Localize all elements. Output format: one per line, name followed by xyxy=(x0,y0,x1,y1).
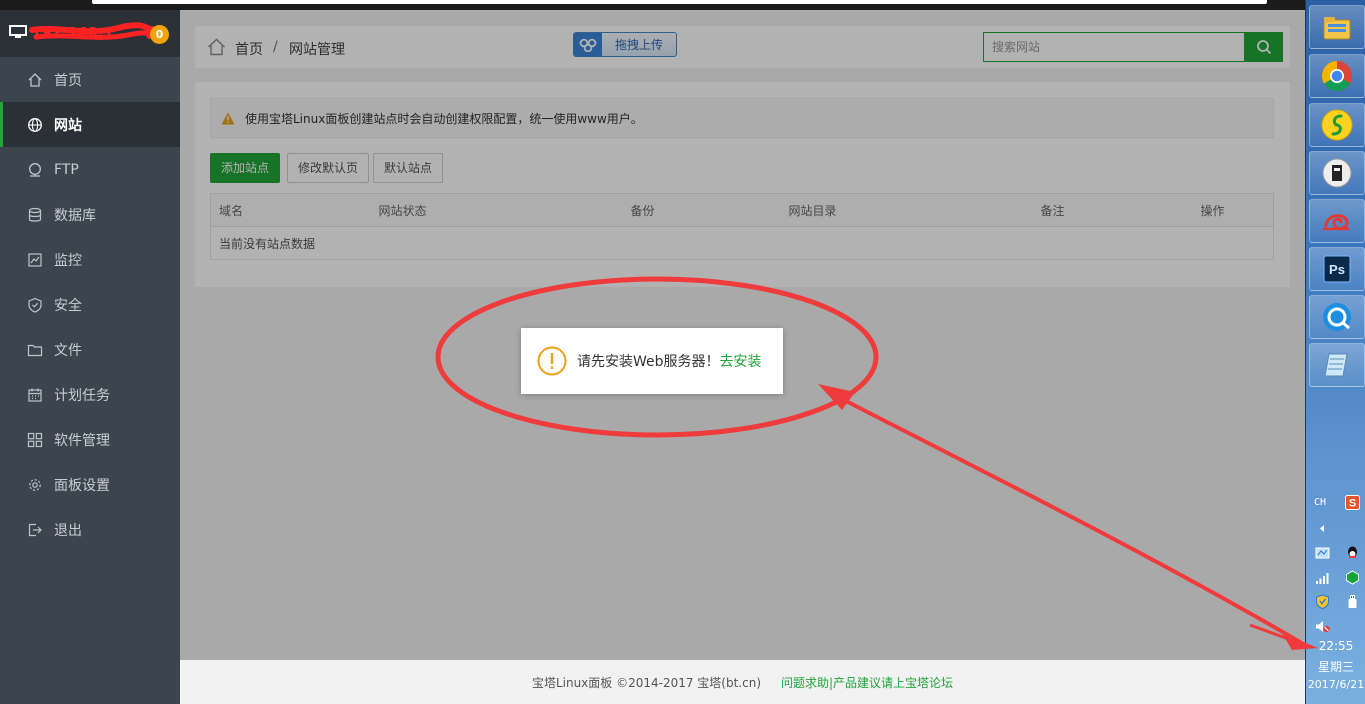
sogou-ime-icon[interactable]: S xyxy=(1344,494,1360,510)
message-toast: 请先安装Web服务器！ 去安装 xyxy=(521,328,783,394)
sidebar-item-label: 面板设置 xyxy=(54,477,110,494)
snail-app-icon xyxy=(1322,214,1350,231)
taskbar-app-music[interactable] xyxy=(1309,103,1365,147)
photoshop-label: Ps xyxy=(1329,262,1345,277)
taskbar-app-browser[interactable] xyxy=(1309,295,1365,339)
toast-message: 请先安装Web服务器！ xyxy=(577,354,720,370)
sidebar-item-security[interactable]: 安全 xyxy=(0,282,180,327)
windows-taskbar: Ps CH S 22:55 星期三 2017/6/21 xyxy=(1305,0,1365,704)
sidebar-item-software[interactable]: 软件管理 xyxy=(0,417,180,462)
sidebar-item-files[interactable]: 文件 xyxy=(0,327,180,372)
sidebar-item-monitor[interactable]: 监控 xyxy=(0,237,180,282)
exclamation-icon xyxy=(537,346,567,376)
clock-date[interactable]: 2017/6/21 xyxy=(1306,678,1365,691)
gear-icon xyxy=(27,477,43,493)
sidebar-item-label: 首页 xyxy=(54,72,82,89)
main-content: 首页 / 网站管理 拖拽上传 使用宝塔Linux面板创建站点时会自动创建权限配置… xyxy=(180,10,1305,704)
sidebar-item-label: 软件管理 xyxy=(54,432,110,449)
sidebar-item-database[interactable]: 数据库 xyxy=(0,192,180,237)
sidebar: 192.168.1 0 首页 网站 FTP 数据库 监控 安全 文件 计划任务 … xyxy=(0,10,180,704)
database-icon xyxy=(27,207,43,223)
clock-weekday[interactable]: 星期三 xyxy=(1306,658,1365,675)
sidebar-item-label: FTP xyxy=(54,161,79,178)
sidebar-item-label: 文件 xyxy=(54,342,82,359)
server-brand: 192.168.1 0 xyxy=(0,10,180,57)
browser-icon xyxy=(1323,303,1351,331)
sidebar-item-label: 监控 xyxy=(54,252,82,269)
tray-row-4 xyxy=(1314,617,1360,635)
antivirus-shield-icon[interactable] xyxy=(1314,593,1330,609)
home-icon xyxy=(27,72,43,88)
go-install-link[interactable]: 去安装 xyxy=(720,351,762,371)
tray-row-2 xyxy=(1314,568,1360,586)
browser-window: 192.168.1 0 首页 网站 FTP 数据库 监控 安全 文件 计划任务 … xyxy=(0,0,1305,704)
browser-top-bar xyxy=(0,0,1305,10)
sidebar-item-website[interactable]: 网站 xyxy=(0,102,180,147)
tray-row-ime: CH S xyxy=(1314,493,1360,511)
input-language[interactable]: CH xyxy=(1314,497,1326,508)
globe-icon xyxy=(27,117,43,133)
sidebar-item-settings[interactable]: 面板设置 xyxy=(0,462,180,507)
usb-device-icon[interactable] xyxy=(1344,593,1360,609)
grid-icon xyxy=(27,432,43,448)
sidebar-item-ftp[interactable]: FTP xyxy=(0,147,180,192)
sidebar-item-label: 退出 xyxy=(54,522,82,539)
qq-icon[interactable] xyxy=(1344,544,1360,560)
sidebar-item-label: 数据库 xyxy=(54,207,96,224)
sidebar-item-label: 计划任务 xyxy=(54,387,110,404)
signal-strength-icon[interactable] xyxy=(1314,569,1330,585)
redaction-scribble xyxy=(29,22,155,40)
forum-link[interactable]: 问题求助|产品建议请上宝塔论坛 xyxy=(781,674,953,691)
show-hidden-icons-icon[interactable] xyxy=(1314,520,1330,536)
taskbar-app-snail[interactable] xyxy=(1309,199,1365,243)
ime-label: S xyxy=(1348,497,1355,509)
notification-badge[interactable]: 0 xyxy=(150,25,169,44)
sidebar-item-cron[interactable]: 计划任务 xyxy=(0,372,180,417)
taskbar-app-explorer[interactable] xyxy=(1309,5,1365,49)
network-map-icon[interactable] xyxy=(1314,544,1330,560)
tray-row-1 xyxy=(1314,543,1360,561)
taskbar-app-chrome[interactable] xyxy=(1309,54,1365,98)
clock-time[interactable]: 22:55 xyxy=(1306,639,1365,653)
computer-icon xyxy=(9,25,27,38)
sidebar-item-logout[interactable]: 退出 xyxy=(0,507,180,552)
sidebar-item-label: 安全 xyxy=(54,297,82,314)
logout-icon xyxy=(27,522,43,538)
chrome-icon xyxy=(1321,60,1352,92)
calendar-icon xyxy=(27,387,43,403)
tray-row-expand xyxy=(1314,519,1360,537)
notepad-icon xyxy=(1324,353,1348,377)
music-player-icon xyxy=(1321,109,1353,141)
volume-muted-icon[interactable] xyxy=(1314,618,1330,634)
photoshop-icon: Ps xyxy=(1323,255,1351,283)
footer-copyright: 宝塔Linux面板 ©2014-2017 宝塔(bt.cn) xyxy=(531,675,762,690)
taskbar-app-notepad[interactable] xyxy=(1309,343,1365,387)
folder-icon xyxy=(27,342,43,358)
sidebar-item-label: 网站 xyxy=(54,117,82,134)
shield-icon xyxy=(27,297,43,313)
sidebar-item-home[interactable]: 首页 xyxy=(0,57,180,102)
monitor-icon xyxy=(27,252,43,268)
taskbar-app-user[interactable] xyxy=(1309,151,1365,195)
footer: 宝塔Linux面板 ©2014-2017 宝塔(bt.cn) 问题求助|产品建议… xyxy=(180,660,1305,704)
taskbar-app-photoshop[interactable]: Ps xyxy=(1309,247,1365,291)
ftp-icon xyxy=(27,162,43,178)
tray-row-3 xyxy=(1314,592,1360,610)
address-strip[interactable] xyxy=(92,0,1267,4)
security-guard-icon[interactable] xyxy=(1344,569,1360,585)
file-explorer-icon xyxy=(1323,17,1351,40)
user-app-icon xyxy=(1322,158,1352,188)
sidebar-nav: 首页 网站 FTP 数据库 监控 安全 文件 计划任务 软件管理 面板设置 退出 xyxy=(0,57,180,552)
